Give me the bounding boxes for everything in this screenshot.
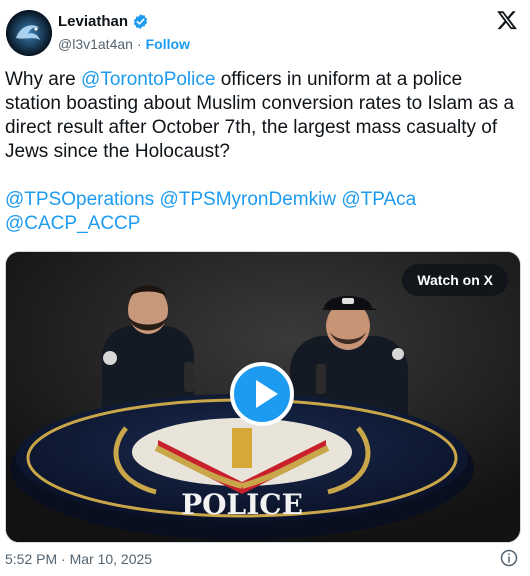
verified-badge-icon: [133, 14, 148, 29]
mention-torontopolice[interactable]: @TorontoPolice: [81, 69, 215, 90]
handle-separator: ·: [136, 36, 142, 52]
tweet-body: Why are @TorontoPolice officers in unifo…: [5, 68, 520, 164]
play-button[interactable]: [230, 362, 294, 426]
mention-tpsoperations[interactable]: @TPSOperations: [5, 189, 154, 210]
tweet-text-segment: Why are: [5, 69, 82, 90]
table-police-text: POLICE: [181, 488, 303, 521]
user-handle[interactable]: @l3v1at4an: [58, 36, 133, 52]
avatar[interactable]: [6, 10, 52, 56]
video-player[interactable]: POLICE Watch on X: [5, 251, 521, 543]
tweet-header: Leviathan @l3v1at4an · Follow: [0, 0, 530, 64]
info-icon[interactable]: [500, 549, 518, 567]
watch-on-x-button[interactable]: Watch on X: [402, 264, 508, 296]
mention-tpsmyrondemkiw[interactable]: @TPSMyronDemkiw: [159, 189, 336, 210]
x-logo-icon[interactable]: [496, 9, 518, 31]
follow-button[interactable]: Follow: [146, 36, 190, 52]
tweet-text: Why are @TorontoPolice officers in unifo…: [5, 68, 520, 236]
avatar-image: [6, 10, 52, 56]
play-icon: [256, 380, 278, 408]
tweet-timestamp[interactable]: 5:52 PM · Mar 10, 2025: [5, 551, 152, 567]
mention-tpaca[interactable]: @TPAca: [341, 189, 416, 210]
display-name[interactable]: Leviathan: [58, 13, 128, 30]
tweet-mentions: @TPSOperations @TPSMyronDemkiw @TPAca @C…: [5, 188, 520, 236]
mention-cacp-accp[interactable]: @CACP_ACCP: [5, 213, 140, 234]
